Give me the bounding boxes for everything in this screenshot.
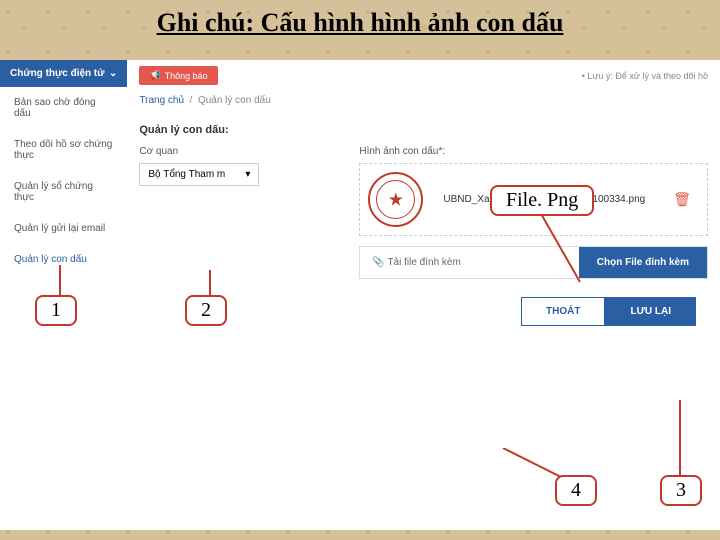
seal-image: ★ [368,172,423,227]
org-label: Cơ quan [139,146,319,157]
topbar-note: • Lưu ý: Để xử lý và theo dõi hồ [582,71,708,81]
section-title: Quản lý con dấu: [139,124,708,136]
callout-2: 2 [185,295,227,326]
pointer-3 [670,400,690,480]
notif-label: Thông báo [165,71,208,81]
notification-button[interactable]: 📢 Thông báo [139,66,217,85]
trash-icon: 🗑 [673,191,691,207]
callout-filepng: File. Png [490,185,594,216]
sidebar-item-theodoi[interactable]: Theo dõi hồ sơ chứng thực [0,129,127,171]
callout-3: 3 [660,475,702,506]
seal-image-label: Hình ảnh con dấu*: [359,146,708,157]
star-icon: ★ [388,189,404,210]
chevron-down-icon: ▾ [245,169,250,180]
megaphone-icon: 📢 [149,70,160,81]
paperclip-icon: 📎 [372,257,384,268]
pointer-filepng [520,212,600,292]
org-select-value: Bộ Tổng Tham m [148,169,225,180]
sidebar-item-bansao[interactable]: Bản sao chờ đóng dấu [0,87,127,129]
exit-button[interactable]: THOÁT [521,297,605,326]
callout-4: 4 [555,475,597,506]
callout-1: 1 [35,295,77,326]
breadcrumb: Trang chủ / Quản lý con dấu [127,91,720,116]
breadcrumb-current: Quản lý con dấu [198,95,271,106]
org-select[interactable]: Bộ Tổng Tham m ▾ [139,163,259,186]
sidebar-item-guilai[interactable]: Quản lý gửi lại email [0,213,127,244]
topbar: 📢 Thông báo • Lưu ý: Để xử lý và theo dõ… [127,60,720,91]
chevron-down-icon: ⌄ [109,68,117,79]
breadcrumb-home[interactable]: Trang chủ [139,95,184,106]
delete-file-button[interactable]: 🗑 [665,191,699,208]
sidebar-item-quanlyso[interactable]: Quản lý sổ chứng thực [0,171,127,213]
sidebar-header[interactable]: Chứng thực điện tử ⌄ [0,60,127,87]
slide-title: Ghi chú: Cấu hình hình ảnh con dấu [0,8,720,38]
app-window: Chứng thực điện tử ⌄ Bản sao chờ đóng dấ… [0,60,720,530]
save-button[interactable]: LƯU LẠI [605,297,696,326]
sidebar-header-label: Chứng thực điện tử [10,68,105,79]
